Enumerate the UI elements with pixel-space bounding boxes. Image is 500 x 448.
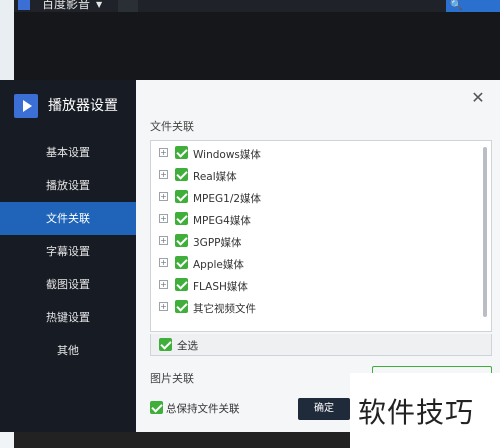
close-icon[interactable]: ✕ bbox=[470, 90, 486, 106]
list-item-label: 其它视频文件 bbox=[193, 303, 256, 315]
keep-association-checkbox[interactable] bbox=[150, 401, 163, 414]
checkbox[interactable] bbox=[175, 278, 188, 291]
checkbox[interactable] bbox=[175, 212, 188, 225]
sidebar-item-other[interactable]: 其他 bbox=[0, 334, 136, 367]
list-item-label: Windows媒体 bbox=[193, 149, 261, 161]
select-all-checkbox[interactable] bbox=[159, 338, 172, 351]
list-item-label: MPEG4媒体 bbox=[193, 215, 251, 227]
select-all-row[interactable]: 全选 bbox=[150, 334, 492, 356]
checkbox[interactable] bbox=[175, 256, 188, 269]
watermark: 软件技巧 bbox=[350, 373, 500, 448]
file-type-list: + Windows媒体 + Real媒体 + MPEG1/2媒体 + MPEG4… bbox=[150, 140, 492, 332]
list-item[interactable]: + FLASH媒体 bbox=[151, 275, 473, 297]
search-icon: 🔍 bbox=[450, 0, 463, 11]
list-item[interactable]: + MPEG4媒体 bbox=[151, 209, 473, 231]
sidebar-header: 播放器设置 bbox=[14, 94, 136, 124]
settings-sidebar: 播放器设置 基本设置 播放设置 文件关联 字幕设置 截图设置 热键设置 其他 bbox=[0, 80, 136, 432]
select-all-label: 全选 bbox=[177, 340, 198, 352]
player-background bbox=[14, 0, 500, 80]
expand-icon[interactable]: + bbox=[159, 258, 168, 267]
expand-icon[interactable]: + bbox=[159, 170, 168, 179]
desktop-strip bbox=[0, 0, 14, 80]
chevron-down-icon[interactable]: ▼ bbox=[96, 0, 102, 10]
list-item[interactable]: + 3GPP媒体 bbox=[151, 231, 473, 253]
checkbox[interactable] bbox=[175, 300, 188, 313]
list-item[interactable]: + MPEG1/2媒体 bbox=[151, 187, 473, 209]
sidebar-item-hotkeys[interactable]: 热键设置 bbox=[0, 301, 136, 334]
expand-icon[interactable]: + bbox=[159, 236, 168, 245]
checkbox[interactable] bbox=[175, 190, 188, 203]
list-item-label: MPEG1/2媒体 bbox=[193, 193, 262, 205]
expand-icon[interactable]: + bbox=[159, 148, 168, 157]
expand-icon[interactable]: + bbox=[159, 302, 168, 311]
list-item-label: Real媒体 bbox=[193, 171, 237, 183]
sidebar-item-file-association[interactable]: 文件关联 bbox=[0, 202, 136, 235]
player-tab[interactable] bbox=[118, 0, 138, 12]
player-title: 百度影音 bbox=[42, 0, 91, 11]
sidebar-item-screenshot[interactable]: 截图设置 bbox=[0, 268, 136, 301]
list-item[interactable]: + 其它视频文件 bbox=[151, 297, 473, 319]
list-scrollbar[interactable] bbox=[483, 147, 487, 317]
checkbox[interactable] bbox=[175, 168, 188, 181]
file-association-heading: 文件关联 bbox=[150, 120, 194, 133]
expand-icon[interactable]: + bbox=[159, 214, 168, 223]
checkbox[interactable] bbox=[175, 146, 188, 159]
image-association-heading: 图片关联 bbox=[150, 372, 194, 385]
list-item-label: Apple媒体 bbox=[193, 259, 244, 271]
player-logo-icon bbox=[18, 0, 30, 10]
expand-icon[interactable]: + bbox=[159, 192, 168, 201]
sidebar-item-basic[interactable]: 基本设置 bbox=[0, 136, 136, 169]
app-logo-icon bbox=[14, 94, 38, 118]
list-item-label: 3GPP媒体 bbox=[193, 237, 242, 249]
expand-icon[interactable]: + bbox=[159, 280, 168, 289]
checkbox[interactable] bbox=[175, 234, 188, 247]
ok-button[interactable]: 确定 bbox=[298, 398, 350, 420]
sidebar-item-playback[interactable]: 播放设置 bbox=[0, 169, 136, 202]
keep-association-label: 总保持文件关联 bbox=[166, 403, 240, 415]
watermark-text: 软件技巧 bbox=[358, 396, 475, 429]
keep-association-option[interactable]: 总保持文件关联 bbox=[150, 400, 260, 416]
list-item[interactable]: + Apple媒体 bbox=[151, 253, 473, 275]
sidebar-item-subtitles[interactable]: 字幕设置 bbox=[0, 235, 136, 268]
list-item-label: FLASH媒体 bbox=[193, 281, 248, 293]
search-button[interactable]: 🔍 bbox=[446, 0, 500, 12]
list-item[interactable]: + Windows媒体 bbox=[151, 143, 473, 165]
dialog-title: 播放器设置 bbox=[48, 98, 118, 114]
list-item[interactable]: + Real媒体 bbox=[151, 165, 473, 187]
